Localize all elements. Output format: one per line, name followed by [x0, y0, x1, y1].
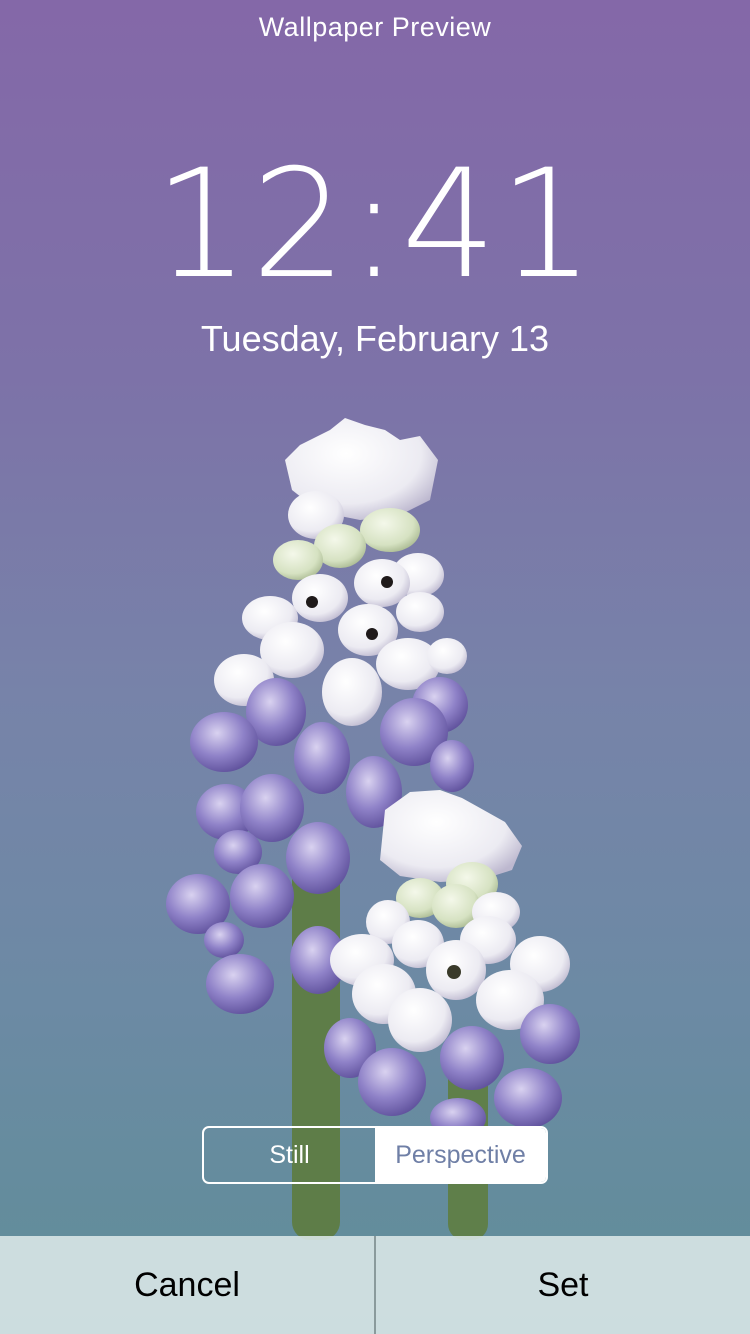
mode-option-perspective[interactable]: Perspective: [375, 1128, 546, 1182]
wallpaper-mode-toggle[interactable]: Still Perspective: [202, 1126, 548, 1184]
action-bar: Cancel Set: [0, 1236, 750, 1334]
set-button[interactable]: Set: [376, 1236, 750, 1334]
cancel-button[interactable]: Cancel: [0, 1236, 374, 1334]
preview-title: Wallpaper Preview: [258, 12, 492, 42]
lockscreen-date: Tuesday, February 13: [200, 318, 550, 359]
mode-option-still[interactable]: Still: [204, 1128, 375, 1182]
lockscreen-time: 12:41: [153, 138, 597, 312]
